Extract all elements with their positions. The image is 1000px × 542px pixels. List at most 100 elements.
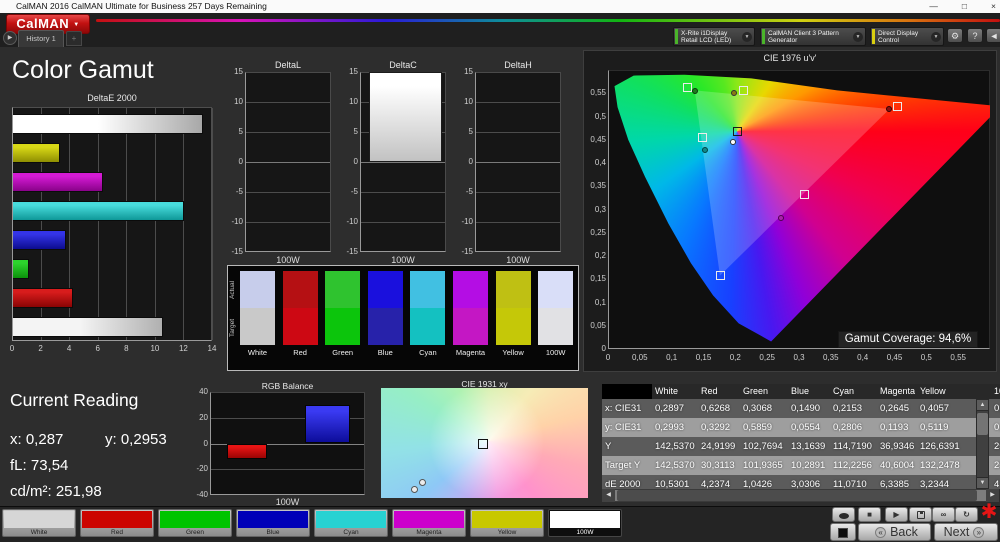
table-row-label: y: CIE31 <box>602 418 652 437</box>
cie1976-y-tick: 0,3 <box>594 204 606 214</box>
table-cell: 102,7694 <box>740 437 788 456</box>
deltal-y-tick: 15 <box>234 67 243 76</box>
read-button[interactable] <box>830 523 856 541</box>
deltae-bar-yellow <box>13 143 60 163</box>
chevron-down-icon: ▼ <box>931 31 941 42</box>
device-button-1[interactable]: X-Rite i1Display Retail LCD (LED) ▼ <box>673 27 755 46</box>
deltac-y-tick: -5 <box>350 187 358 196</box>
table-cell: 13,1639 <box>788 437 830 456</box>
pattern-swatch-magenta <box>394 511 464 528</box>
cie1976-y-tick: 0,45 <box>590 134 606 144</box>
deltae-bar-100w <box>13 114 203 134</box>
scroll-down-button[interactable]: ▼ <box>976 477 989 489</box>
rgb-gridline <box>211 469 364 471</box>
scroll-left-button[interactable]: ◀ <box>602 489 615 502</box>
hscroll-thumb[interactable] <box>617 490 977 501</box>
settings-button[interactable]: ⚙ <box>947 28 963 43</box>
cie1976-y-tick: 0,4 <box>594 158 606 167</box>
deltae-gridline <box>126 108 128 340</box>
cie1976-y-tick: 0,25 <box>590 227 606 237</box>
cie1976-y-tick: 0,15 <box>590 274 606 284</box>
swatch-label-magenta: Magenta <box>455 348 486 357</box>
table-cell: 10,5301 <box>652 475 698 489</box>
camera-button[interactable] <box>832 507 855 522</box>
deltae-x-tick: 6 <box>95 344 100 353</box>
marker-dot-green-actual <box>691 87 698 94</box>
table-cell: 4,2374 <box>698 475 740 489</box>
cie1976-y-tick: 0,05 <box>590 320 606 330</box>
chevrons-left-icon: « <box>875 527 887 538</box>
scroll-up-button[interactable]: ▲ <box>976 399 989 411</box>
deltac-bar <box>369 72 442 162</box>
deltal-x-label: 100W <box>276 255 300 265</box>
deltac-y-tick: -10 <box>346 217 358 226</box>
cie1976-x-tick: 0,5 <box>920 353 932 362</box>
target-row-label: Target <box>229 318 236 338</box>
refresh-button[interactable]: ↻ <box>955 507 978 522</box>
device-button-2[interactable]: CalMAN Client 3 Pattern Generator ▼ <box>760 27 866 46</box>
deltae-bar-red <box>13 288 73 308</box>
eye-icon <box>839 512 849 519</box>
deltal-y-tick: -10 <box>231 217 243 226</box>
deltae-bar-blue <box>13 230 66 250</box>
deltah-gridline <box>476 132 560 133</box>
table-cell: 1,0426 <box>740 475 788 489</box>
swatch-label-blue: Blue <box>377 348 393 357</box>
collapse-button[interactable]: ◄ <box>986 28 1000 43</box>
table-header-Magenta: Magenta <box>877 384 917 399</box>
table-cell: 114,7190 <box>830 437 877 456</box>
marker-square-blue-target <box>715 271 725 280</box>
marker-square-red-target <box>893 101 903 111</box>
deltah-y-tick: 10 <box>464 97 473 106</box>
marker-square-cyan-target <box>698 132 708 142</box>
cie1976-x-tick: 0,4 <box>857 353 869 362</box>
deltac-chart-title: DeltaC <box>389 60 417 70</box>
deltah-y-tick: 5 <box>468 127 473 136</box>
back-button[interactable]: «Back <box>858 523 931 541</box>
table-header-Yellow: Yellow <box>917 384 991 399</box>
pattern-swatch-white <box>4 511 74 528</box>
table-cell: 112,2256 <box>830 456 877 475</box>
next-button[interactable]: Next» <box>934 523 998 541</box>
deltah-y-tick: 0 <box>468 157 473 166</box>
swatch-target-magenta <box>453 308 488 345</box>
deltal-y-tick: 5 <box>238 127 243 136</box>
swatch-actual-magenta <box>453 271 488 308</box>
stop-button[interactable]: ■ <box>858 507 881 522</box>
alert-asterisk-icon: ✱ <box>980 501 998 523</box>
device-button-label: CalMAN Client 3 Pattern Generator <box>768 29 839 44</box>
deltah-gridline <box>476 222 560 223</box>
deltah-x-label: 100W <box>506 255 530 265</box>
table-cell: 6,3385 <box>877 475 917 489</box>
deltac-gridline <box>361 222 445 223</box>
pattern-swatch-green <box>160 511 230 528</box>
deltal-chart-title: DeltaL <box>274 60 301 70</box>
table-cell: 0,2 <box>991 399 1000 418</box>
swatch-actual-blue <box>367 271 403 308</box>
deltah-y-tick: 15 <box>464 67 473 76</box>
rgb-balance-title: RGB Balance <box>261 381 314 391</box>
cie1976-y-tick: 0 <box>601 344 606 353</box>
calman-window: CalMAN 2016 CalMAN Ultimate for Business… <box>0 0 1000 542</box>
status-bar <box>762 29 765 44</box>
save-button[interactable] <box>909 507 932 522</box>
deltac-gridline <box>361 162 445 163</box>
table-header-Blue: Blue <box>788 384 830 399</box>
help-button[interactable]: ? <box>967 28 983 43</box>
play-button[interactable]: ▶ <box>885 507 908 522</box>
vscroll-thumb[interactable] <box>977 413 988 435</box>
table-cell: 0,2153 <box>830 399 877 418</box>
device-button-3[interactable]: Direct Display Control ▼ <box>870 27 944 46</box>
table-header-White: White <box>652 384 698 399</box>
deltac-y-tick: 10 <box>349 97 358 106</box>
swatch-target-yellow <box>495 308 531 345</box>
deltae-gridline <box>97 108 99 340</box>
deltal-gridline <box>246 102 330 103</box>
table-cell: 25 <box>991 456 1000 475</box>
rgb-y-tick: 0 <box>203 438 208 448</box>
swatch-actual-yellow <box>495 271 531 308</box>
link-button[interactable]: ∞ <box>932 507 955 522</box>
table-row-label: x: CIE31 <box>602 399 652 418</box>
pattern-swatch-red <box>82 511 152 528</box>
marker-square-white-target <box>732 126 742 136</box>
